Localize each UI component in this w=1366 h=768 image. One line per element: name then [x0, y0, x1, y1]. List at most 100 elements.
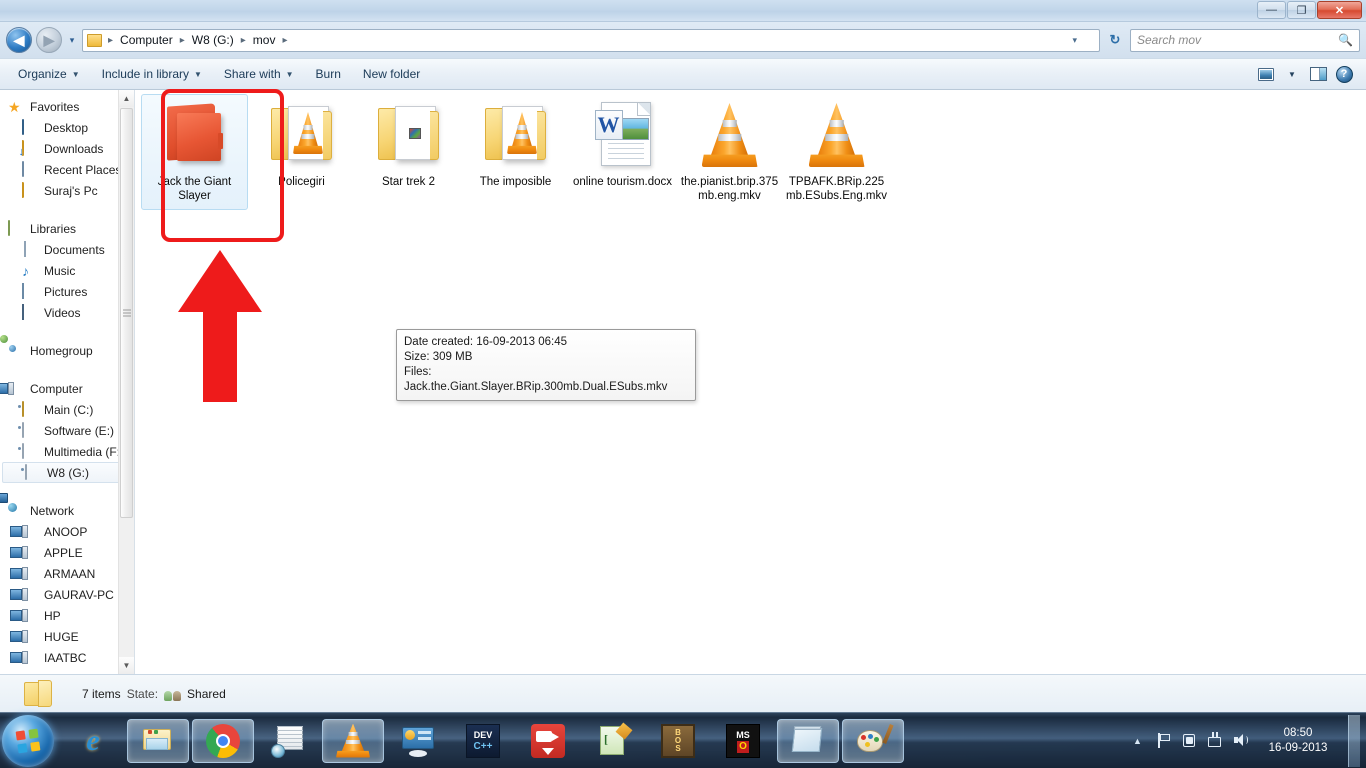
- taskbar-text-editor[interactable]: [: [582, 719, 644, 763]
- recent-pages-dropdown-icon[interactable]: ▾: [66, 35, 78, 46]
- new-folder-button[interactable]: New folder: [353, 62, 430, 86]
- organize-button[interactable]: Organize ▼: [8, 62, 90, 86]
- breadcrumb[interactable]: ▸ Computer ▸ W8 (G:) ▸ mov ▸ ▾: [82, 28, 1100, 52]
- sidebar-item-favorites[interactable]: ★ Favorites: [0, 96, 134, 117]
- preview-pane-icon[interactable]: [1308, 65, 1328, 83]
- navigation-pane[interactable]: ★ Favorites Desktop Downloads Recent Pla…: [0, 90, 134, 674]
- taskbar-control-panel[interactable]: [387, 719, 449, 763]
- sidebar-item-computer[interactable]: Computer: [0, 378, 134, 399]
- navigation-pane-scrollbar[interactable]: ▲ ▼: [118, 90, 134, 674]
- taskbar-video-recorder[interactable]: [517, 719, 579, 763]
- sidebar-item-videos[interactable]: Videos: [0, 302, 134, 323]
- nav-group-network: Network ANOOP APPLE ARMAAN GAURAV-PC HP …: [0, 500, 134, 668]
- burn-button[interactable]: Burn: [306, 62, 351, 86]
- file-item-policegiri[interactable]: Policegiri: [248, 94, 355, 210]
- breadcrumb-item-drive[interactable]: W8 (G:): [188, 32, 238, 48]
- file-item-online-tourism-docx[interactable]: W online tourism.docx: [569, 94, 676, 210]
- sidebar-item-suraj-pc[interactable]: Suraj's Pc: [0, 180, 134, 201]
- taskbar-dosbox[interactable]: B O S: [647, 719, 709, 763]
- sidebar-item-music[interactable]: ♪ Music: [0, 260, 134, 281]
- include-in-library-button[interactable]: Include in library ▼: [92, 62, 212, 86]
- file-list-view[interactable]: Jack the Giant Slayer Policegiri Star tr…: [134, 90, 1366, 674]
- search-placeholder-text: Search mov: [1137, 33, 1202, 47]
- network-icon[interactable]: [1181, 732, 1198, 749]
- change-view-icon[interactable]: [1256, 65, 1276, 83]
- sidebar-label: Computer: [30, 381, 83, 396]
- taskbar-clock[interactable]: 08:50 16-09-2013: [1259, 726, 1337, 756]
- network-computer-icon: [22, 587, 38, 603]
- share-with-button[interactable]: Share with ▼: [214, 62, 304, 86]
- taskbar-vlc-media-player[interactable]: [322, 718, 384, 763]
- taskbar-google-chrome[interactable]: [192, 718, 254, 763]
- search-input[interactable]: Search mov 🔍: [1130, 28, 1360, 52]
- sidebar-item-downloads[interactable]: Downloads: [0, 138, 134, 159]
- taskbar-windows-explorer[interactable]: [127, 718, 189, 763]
- file-item-star-trek-2[interactable]: Star trek 2: [355, 94, 462, 210]
- file-item-the-imposible[interactable]: The imposible: [462, 94, 569, 210]
- breadcrumb-separator: ▸: [108, 34, 114, 46]
- file-item-tpbafk-mkv[interactable]: TPBAFK.BRip.225mb.ESubs.Eng.mkv: [783, 94, 890, 210]
- refresh-icon[interactable]: ↻: [1104, 32, 1126, 48]
- help-icon[interactable]: ?: [1334, 65, 1354, 83]
- folder-icon: [24, 679, 60, 709]
- command-bar: Organize ▼ Include in library ▼ Share wi…: [0, 58, 1366, 90]
- scrollbar-thumb[interactable]: [120, 108, 133, 518]
- maximize-restore-button[interactable]: ❐: [1287, 1, 1316, 19]
- breadcrumb-item-computer[interactable]: Computer: [116, 32, 177, 48]
- breadcrumb-separator: ▸: [179, 34, 185, 46]
- sidebar-item-iaatbc[interactable]: IAATBC: [0, 647, 134, 668]
- vlc-video-icon: [801, 99, 873, 171]
- sidebar-item-anoop[interactable]: ANOOP: [0, 521, 134, 542]
- sidebar-item-desktop[interactable]: Desktop: [0, 117, 134, 138]
- sidebar-item-documents[interactable]: Documents: [0, 239, 134, 260]
- close-button[interactable]: ✕: [1317, 1, 1362, 19]
- nav-group-favorites: ★ Favorites Desktop Downloads Recent Pla…: [0, 96, 134, 201]
- ms-office-icon: MS O: [726, 723, 760, 758]
- folder-icon: [87, 33, 102, 47]
- file-item-jack-the-giant-slayer[interactable]: Jack the Giant Slayer: [141, 94, 248, 210]
- forward-button[interactable]: ▶: [36, 27, 62, 53]
- sidebar-item-homegroup[interactable]: Homegroup: [0, 340, 134, 361]
- sidebar-item-gaurav-pc[interactable]: GAURAV-PC: [0, 584, 134, 605]
- scroll-down-button[interactable]: ▼: [119, 657, 134, 674]
- sidebar-item-libraries[interactable]: Libraries: [0, 218, 134, 239]
- chevron-down-icon[interactable]: ▼: [1282, 65, 1302, 83]
- back-button[interactable]: ◀: [6, 27, 32, 53]
- sidebar-item-recent-places[interactable]: Recent Places: [0, 159, 134, 180]
- sidebar-item-apple[interactable]: APPLE: [0, 542, 134, 563]
- nero-burning-icon: [271, 724, 305, 758]
- drive-icon: [22, 421, 38, 439]
- taskbar-paint[interactable]: [842, 718, 904, 763]
- sidebar-item-multimedia-f[interactable]: Multimedia (F:): [0, 441, 134, 462]
- taskbar-internet-explorer[interactable]: e: [62, 719, 124, 763]
- dosbox-icon: B O S: [661, 723, 695, 758]
- scroll-up-button[interactable]: ▲: [119, 90, 134, 107]
- sidebar-item-w8-g[interactable]: W8 (G:): [2, 462, 130, 483]
- taskbar-nero-burning[interactable]: [257, 719, 319, 763]
- minimize-button[interactable]: —: [1257, 1, 1286, 19]
- action-center-flag-icon[interactable]: [1155, 732, 1172, 749]
- removable-media-icon[interactable]: [1207, 732, 1224, 749]
- taskbar-ms-office[interactable]: MS O: [712, 719, 774, 763]
- tooltip-files: Files: Jack.the.Giant.Slayer.BRip.300mb.…: [404, 366, 668, 393]
- sidebar-item-huge[interactable]: HUGE: [0, 626, 134, 647]
- chevron-down-icon[interactable]: ▾: [1072, 35, 1077, 46]
- file-item-label: The imposible: [479, 176, 552, 188]
- sidebar-item-software-e[interactable]: Software (E:): [0, 420, 134, 441]
- burn-label: Burn: [315, 67, 341, 81]
- taskbar-dev-cpp[interactable]: DEV C++: [452, 719, 514, 763]
- file-item-the-pianist-mkv[interactable]: the.pianist.brip.375mb.eng.mkv: [676, 94, 783, 210]
- breadcrumb-item-mov[interactable]: mov: [249, 32, 280, 48]
- taskbar-notepad[interactable]: [777, 718, 839, 763]
- sidebar-item-armaan[interactable]: ARMAAN: [0, 563, 134, 584]
- show-desktop-button[interactable]: [1348, 714, 1360, 767]
- sidebar-item-hp[interactable]: HP: [0, 605, 134, 626]
- computer-icon: [8, 381, 24, 397]
- sidebar-item-network[interactable]: Network: [0, 500, 134, 521]
- sidebar-item-pictures[interactable]: Pictures: [0, 281, 134, 302]
- volume-icon[interactable]: [1233, 732, 1250, 749]
- start-button[interactable]: [2, 714, 54, 767]
- annotation-arrow-icon: [178, 250, 262, 402]
- sidebar-item-main-c[interactable]: Main (C:): [0, 399, 134, 420]
- show-hidden-icons-button[interactable]: ▲: [1129, 732, 1146, 749]
